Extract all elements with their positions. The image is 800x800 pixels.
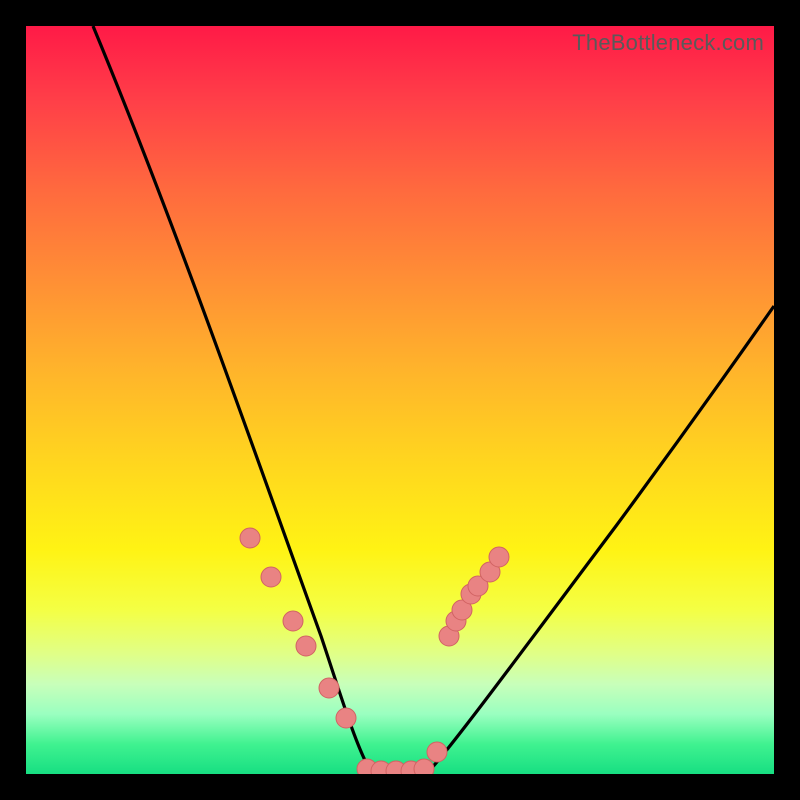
curve-path xyxy=(93,26,774,770)
bottleneck-curve xyxy=(26,26,774,774)
plot-area: TheBottleneck.com xyxy=(26,26,774,774)
chart-frame: TheBottleneck.com xyxy=(0,0,800,800)
marker-dots xyxy=(240,528,509,774)
